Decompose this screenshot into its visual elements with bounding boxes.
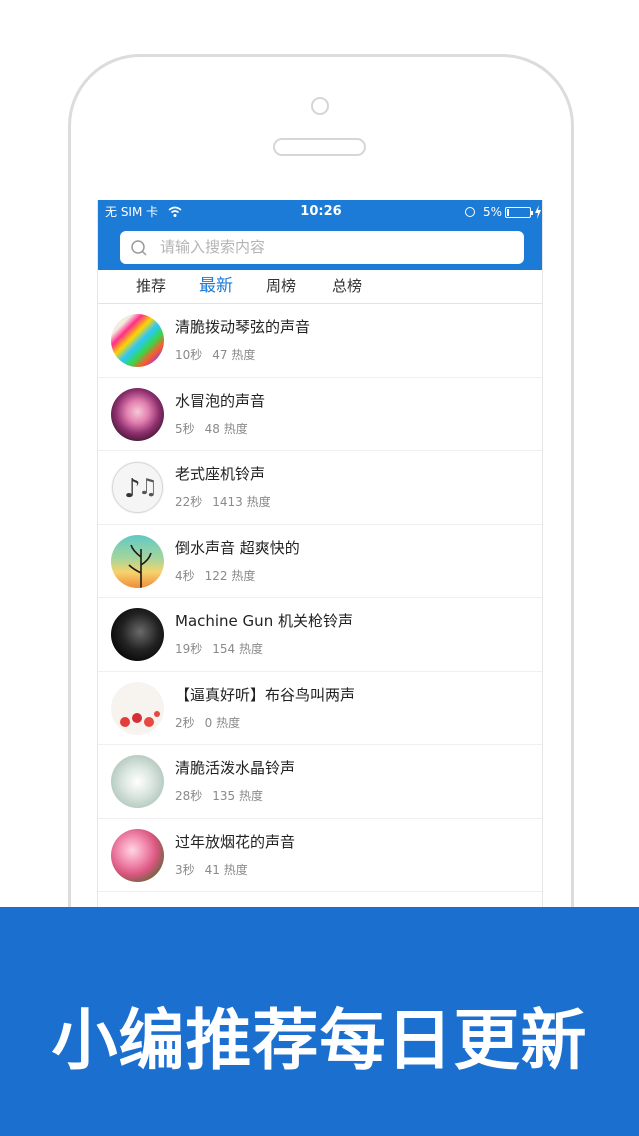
sound-heat: 48 热度 (204, 421, 248, 436)
charging-icon (535, 205, 541, 219)
search-placeholder: 请输入搜索内容 (160, 238, 266, 256)
sound-duration: 10秒 (175, 348, 203, 362)
sound-meta: 2秒 0 热度 (175, 714, 250, 731)
sound-meta: 10秒 47 热度 (175, 346, 265, 363)
category-tabs: 推荐 最新 周榜 总榜 (98, 270, 542, 304)
search-icon (131, 240, 147, 256)
app-screen: 无 SIM 卡 10:26 5% 请输入搜索内容 推荐 最新 周榜 总榜 清脆拨… (97, 200, 543, 920)
thumbnail-girl-dress (111, 755, 164, 808)
list-item[interactable]: 过年放烟花的声音 3秒 41 热度 (98, 819, 542, 892)
sound-list: 清脆拨动琴弦的声音 10秒 47 热度 水冒泡的声音 5秒 48 热度 ♪ ♫ 老式… (98, 304, 542, 892)
sound-duration: 28秒 (175, 789, 203, 803)
earpiece-speaker (273, 138, 366, 156)
rotation-lock-icon (465, 207, 475, 217)
sound-meta: 19秒 154 热度 (175, 640, 273, 657)
sound-title: 清脆拨动琴弦的声音 (175, 318, 311, 336)
thumbnail-sunset-plant (111, 534, 164, 588)
status-bar: 无 SIM 卡 10:26 5% (98, 200, 542, 224)
thumbnail-music-notes: ♪ ♫ (111, 461, 164, 514)
list-item[interactable]: Machine Gun 机关枪铃声 19秒 154 热度 (98, 598, 542, 672)
sound-meta: 3秒 41 热度 (175, 861, 258, 878)
list-item[interactable]: 清脆活泼水晶铃声 28秒 135 热度 (98, 745, 542, 819)
tab-recommend[interactable]: 推荐 (136, 270, 166, 303)
thumbnail-strawberries (111, 681, 164, 735)
promo-banner: 小编推荐每日更新 (0, 907, 639, 1136)
sound-title: Machine Gun 机关枪铃声 (175, 612, 353, 630)
sound-heat: 135 热度 (212, 789, 264, 803)
sound-duration: 19秒 (175, 642, 203, 656)
sound-heat: 0 热度 (204, 715, 241, 730)
front-camera (311, 97, 329, 115)
list-item[interactable]: ♪ ♫ 老式座机铃声 22秒 1413 热度 (98, 451, 542, 525)
status-time: 10:26 (300, 204, 342, 219)
sound-title: 过年放烟花的声音 (175, 832, 296, 851)
sound-duration: 4秒 (175, 568, 195, 583)
sound-title: 【逼真好听】布谷鸟叫两声 (175, 685, 356, 704)
sound-title: 清脆活泼水晶铃声 (175, 759, 296, 777)
sound-title: 倒水声音 超爽快的 (175, 538, 300, 557)
svg-text:♫: ♫ (138, 475, 158, 500)
list-item[interactable]: 【逼真好听】布谷鸟叫两声 2秒 0 热度 (98, 672, 542, 745)
thumbnail-pink-blossoms (111, 828, 164, 882)
search-input[interactable]: 请输入搜索内容 (120, 231, 524, 264)
thumbnail-rainbow-strings (111, 314, 164, 367)
sound-meta: 4秒 122 热度 (175, 567, 265, 584)
list-item[interactable]: 清脆拨动琴弦的声音 10秒 47 热度 (98, 304, 542, 378)
sound-duration: 22秒 (175, 495, 203, 509)
sound-duration: 5秒 (175, 421, 195, 436)
list-item[interactable]: 倒水声音 超爽快的 4秒 122 热度 (98, 525, 542, 598)
thumbnail-pink-hair-girl (111, 387, 164, 441)
sound-title: 水冒泡的声音 (175, 391, 266, 410)
sound-meta: 28秒 135 热度 (175, 787, 273, 804)
sound-heat: 1413 热度 (212, 495, 271, 509)
list-item[interactable]: 水冒泡的声音 5秒 48 热度 (98, 378, 542, 451)
tab-latest[interactable]: 最新 (199, 270, 233, 303)
battery-icon (505, 207, 533, 218)
sound-heat: 154 热度 (212, 642, 264, 656)
sound-meta: 5秒 48 热度 (175, 420, 258, 437)
battery-percentage: 5% (483, 205, 503, 219)
tab-weekly[interactable]: 周榜 (266, 270, 296, 303)
thumbnail-dark-album (111, 608, 164, 661)
sound-heat: 41 热度 (204, 862, 248, 877)
sound-duration: 2秒 (175, 715, 195, 730)
sound-heat: 122 热度 (204, 568, 256, 583)
sound-meta: 22秒 1413 热度 (175, 493, 281, 510)
sound-title: 老式座机铃声 (175, 465, 266, 483)
sound-duration: 3秒 (175, 862, 195, 877)
tab-overall[interactable]: 总榜 (332, 270, 362, 303)
sound-heat: 47 热度 (212, 348, 256, 362)
promo-stage: 无 SIM 卡 10:26 5% 请输入搜索内容 推荐 最新 周榜 总榜 清脆拨… (0, 0, 639, 1136)
music-note-icon: ♪ ♫ (112, 462, 163, 513)
app-header: 无 SIM 卡 10:26 5% 请输入搜索内容 (98, 200, 542, 270)
banner-headline: 小编推荐每日更新 (51, 1002, 588, 1079)
